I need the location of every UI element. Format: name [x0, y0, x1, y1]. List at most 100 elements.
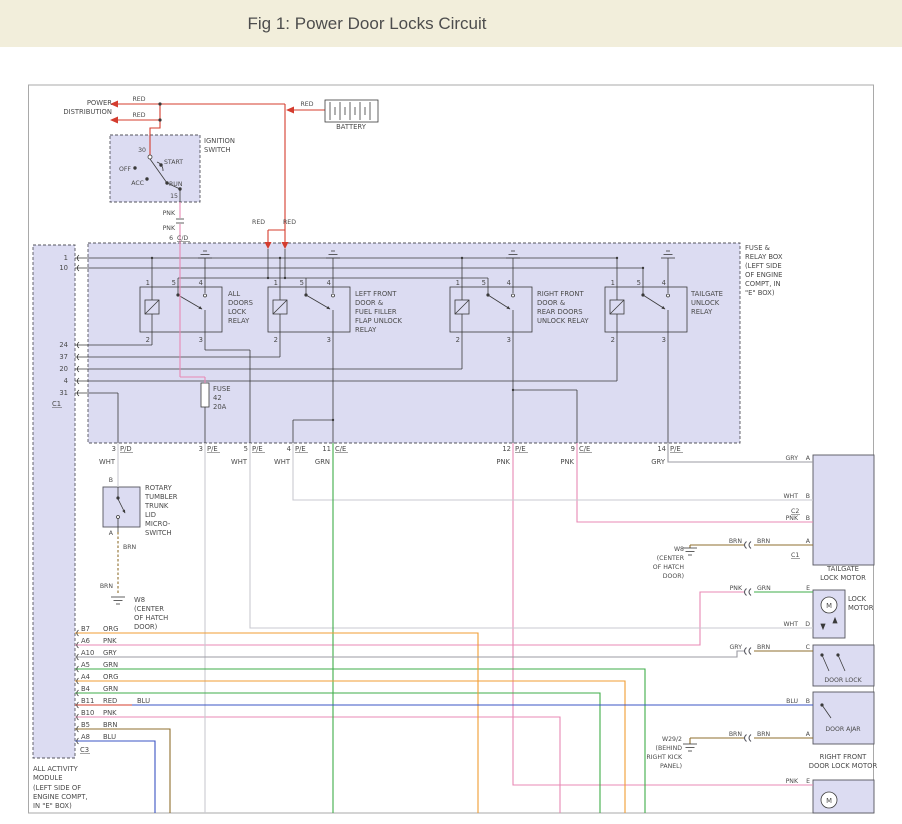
- svg-text:3: 3: [112, 445, 116, 453]
- svg-text:4: 4: [199, 279, 203, 287]
- battery-label: BATTERY: [336, 123, 367, 131]
- fuse-relay-box: [88, 243, 740, 443]
- svg-text:A6: A6: [81, 637, 90, 645]
- svg-text:12: 12: [502, 445, 511, 453]
- motor-m-symbol: M: [826, 602, 832, 610]
- ground-label: PANEL): [660, 763, 682, 770]
- relay-name: FUEL FILLER: [355, 308, 397, 316]
- tailgate-motor-label: LOCK MOTOR: [820, 574, 866, 582]
- relay-box-label: RELAY BOX: [745, 253, 783, 261]
- svg-text:3: 3: [327, 336, 331, 344]
- svg-text:PNK: PNK: [496, 458, 510, 466]
- position-off: OFF: [119, 166, 131, 173]
- wire-color-label: PNK: [786, 515, 799, 522]
- pin-letter: B: [806, 698, 810, 705]
- rotary-microswitch-box: [103, 487, 140, 527]
- wire-color-label: PNK: [786, 778, 799, 785]
- svg-text:5: 5: [172, 279, 176, 287]
- svg-text:RED: RED: [103, 697, 117, 705]
- relay-box-exit-pins: 3 P/D WHT 3 P/E 5 P/E WHT 4 P/E WHT 11 C…: [99, 445, 683, 466]
- relay-name: UNLOCK: [691, 299, 720, 307]
- rotary-label: MICRO-: [145, 520, 171, 528]
- svg-text:GRY: GRY: [651, 458, 666, 466]
- door-ajar-label: DOOR AJAR: [825, 726, 861, 733]
- wire-color-label: WHT: [783, 621, 798, 628]
- wire-color-label: BRN: [123, 544, 137, 551]
- svg-text:1: 1: [456, 279, 460, 287]
- svg-text:2: 2: [456, 336, 460, 344]
- svg-text:5: 5: [244, 445, 248, 453]
- lock-motor-label: LOCK: [848, 595, 867, 603]
- wire-color-label: WHT: [783, 493, 798, 500]
- wire-color-label: PNK: [163, 210, 176, 217]
- svg-text:C1: C1: [52, 400, 61, 408]
- module-label: MODULE: [33, 774, 63, 782]
- svg-text:B5: B5: [81, 721, 90, 729]
- svg-text:P/D: P/D: [120, 445, 132, 453]
- rotary-label: TUMBLER: [144, 493, 178, 501]
- relay-name: DOOR &: [537, 299, 566, 307]
- relay-name: RELAY: [228, 317, 250, 325]
- svg-text:2: 2: [611, 336, 615, 344]
- ground-label: (CENTER: [134, 605, 164, 613]
- pin-letter: A: [806, 731, 811, 738]
- svg-text:PNK: PNK: [103, 709, 117, 717]
- svg-text:ORG: ORG: [103, 673, 118, 681]
- svg-text:C/E: C/E: [579, 445, 590, 453]
- svg-text:GRN: GRN: [103, 661, 118, 669]
- door-lock-label: DOOR LOCK: [824, 677, 862, 684]
- relay-box-label: "E" BOX): [745, 289, 775, 297]
- svg-text:BLU: BLU: [137, 697, 150, 705]
- ground-label: OF HATCH: [653, 564, 685, 571]
- ground-label: (BEHIND: [656, 745, 683, 752]
- module-pin-brackets: [77, 255, 79, 744]
- relay-name: LOCK: [228, 308, 247, 316]
- svg-text:24: 24: [59, 341, 68, 349]
- blue-wires: [75, 705, 813, 813]
- wire-color-label: RED: [252, 219, 265, 226]
- svg-text:GRN: GRN: [315, 458, 330, 466]
- rotary-label: ROTARY: [145, 484, 173, 492]
- svg-text:GRN: GRN: [103, 685, 118, 693]
- svg-text:PNK: PNK: [560, 458, 574, 466]
- position-start: START: [164, 159, 183, 166]
- module-label: (LEFT SIDE OF: [33, 784, 81, 792]
- ground-symbols: [111, 548, 697, 751]
- wire-color-label: BRN: [757, 538, 771, 545]
- svg-text:37: 37: [59, 353, 68, 361]
- svg-text:WHT: WHT: [99, 458, 116, 466]
- svg-text:4: 4: [64, 377, 68, 385]
- svg-text:PNK: PNK: [103, 637, 117, 645]
- inline-connector-ticks: [176, 219, 184, 223]
- all-activity-module-box: [33, 245, 75, 758]
- pin-number: 6: [169, 235, 173, 242]
- svg-text:A5: A5: [81, 661, 90, 669]
- wire-color-label: BRN: [757, 644, 771, 651]
- svg-text:WHT: WHT: [274, 458, 291, 466]
- position-acc: ACC: [131, 180, 144, 187]
- svg-text:P/E: P/E: [515, 445, 526, 453]
- figure-title: Fig 1: Power Door Locks Circuit: [247, 14, 486, 34]
- module-label: ALL ACTIVITY: [33, 765, 79, 773]
- relay-name: FLAP UNLOCK: [355, 317, 402, 325]
- svg-text:3: 3: [662, 336, 666, 344]
- ignition-label-1: IGNITION: [204, 137, 235, 145]
- wire-color-label: PNK: [163, 225, 176, 232]
- relay-name: DOORS: [228, 299, 253, 307]
- svg-text:P/E: P/E: [252, 445, 263, 453]
- svg-text:4: 4: [662, 279, 666, 287]
- relay-name: REAR DOORS: [537, 308, 583, 316]
- power-label-1: POWER: [87, 99, 112, 107]
- svg-text:1: 1: [146, 279, 150, 287]
- module-label: IN "E" BOX): [33, 802, 72, 810]
- wire-color-label: RED: [301, 101, 314, 108]
- svg-text:5: 5: [482, 279, 486, 287]
- rotary-label: TRUNK: [144, 502, 169, 510]
- white-wires: [118, 443, 813, 813]
- wire-color-label: BLU: [786, 698, 798, 705]
- svg-text:2: 2: [274, 336, 278, 344]
- pin-letter: B: [806, 515, 810, 522]
- inline-connectors: [745, 542, 752, 742]
- svg-text:31: 31: [59, 389, 68, 397]
- svg-text:B10: B10: [81, 709, 94, 717]
